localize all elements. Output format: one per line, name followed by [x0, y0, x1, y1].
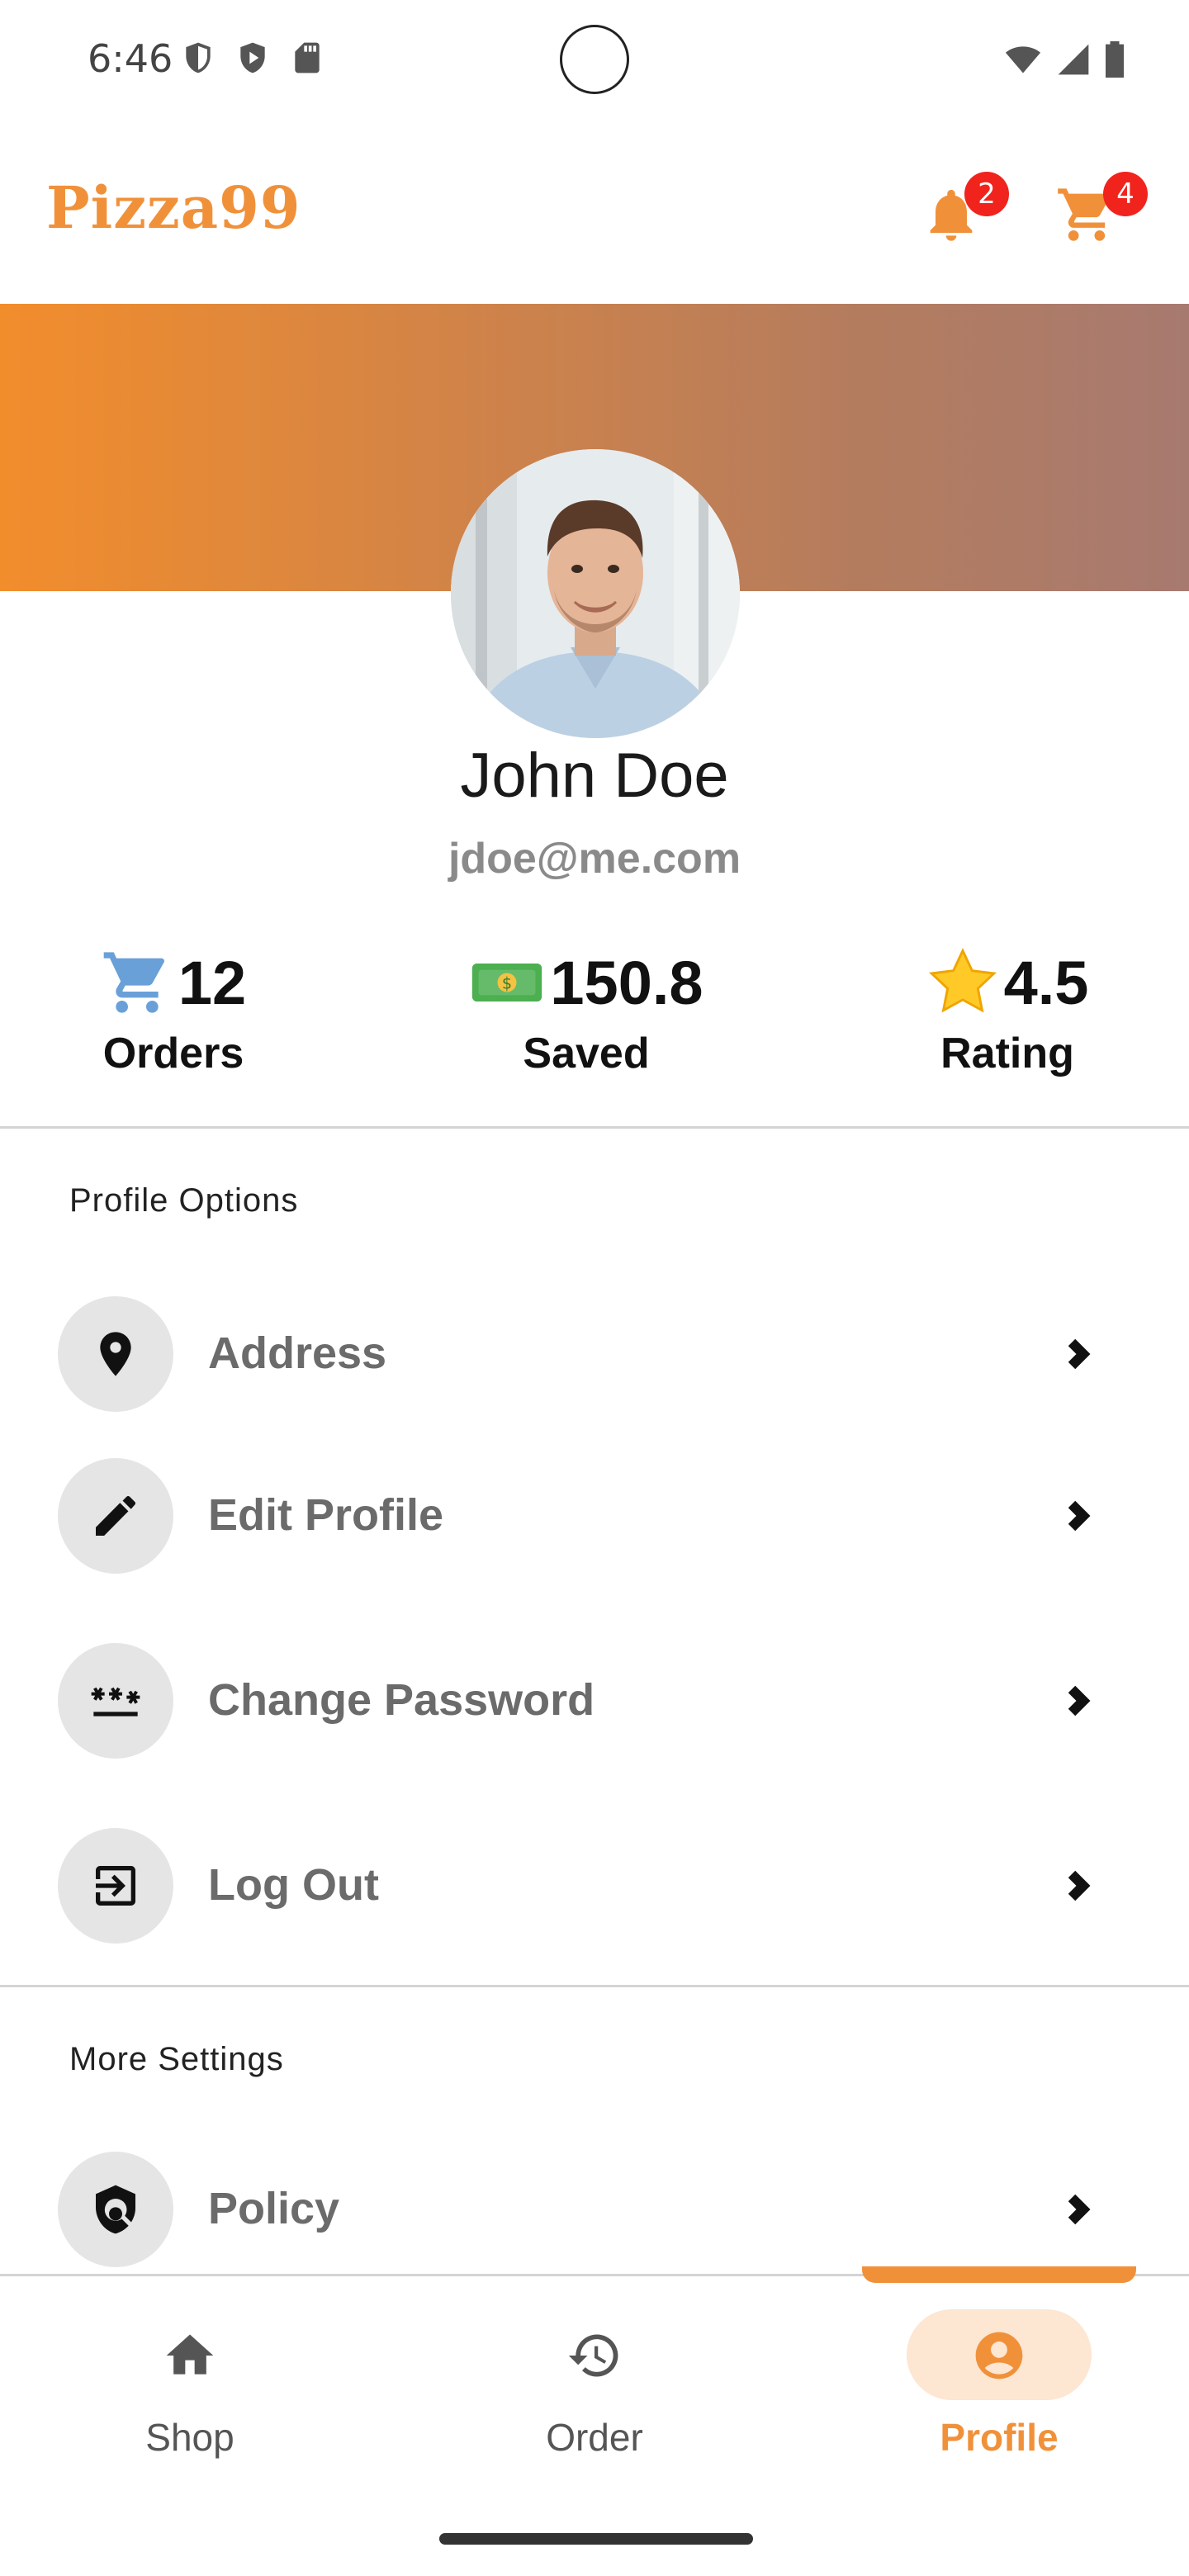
stat-rating-value: 4.5	[1003, 948, 1089, 1017]
profile-stats: 12 Orders $ 150.8 Saved 4.5 Rating	[0, 941, 1189, 1106]
option-address[interactable]: Address	[0, 1296, 1189, 1412]
option-label: Address	[208, 1328, 387, 1378]
chevron-right-icon	[1057, 2190, 1097, 2229]
cart-badge: 4	[1103, 172, 1148, 216]
nav-tab-profile[interactable]: Profile	[892, 2309, 1106, 2474]
notifications-button[interactable]: 2	[915, 172, 1009, 251]
chevron-right-icon	[1057, 1681, 1097, 1721]
star-emoji-icon	[926, 946, 999, 1019]
sd-card-icon	[295, 42, 320, 73]
stat-saved-value: 150.8	[550, 948, 703, 1017]
app-header: Pizza99 2 4	[0, 124, 1189, 304]
history-icon	[568, 2334, 618, 2377]
stat-orders: 12 Orders	[83, 941, 264, 1078]
stat-orders-label: Orders	[102, 1030, 244, 1077]
stat-rating-label: Rating	[940, 1030, 1074, 1077]
stat-saved: $ 150.8 Saved	[462, 941, 710, 1078]
option-label: Policy	[208, 2184, 340, 2233]
profile-name: John Doe	[460, 741, 729, 811]
option-policy[interactable]: Policy	[0, 2152, 1189, 2267]
avatar[interactable]	[451, 449, 740, 738]
nav-tab-label: Shop	[145, 2416, 234, 2459]
option-icon-circle	[58, 1296, 173, 1412]
nav-tab-label: Order	[546, 2416, 643, 2459]
wifi-icon	[1005, 46, 1041, 73]
battery-icon	[1106, 41, 1124, 78]
pencil-icon	[96, 1496, 135, 1536]
money-emoji-icon: $	[469, 954, 545, 1011]
logout-icon	[96, 1866, 135, 1906]
option-icon-circle	[58, 1828, 173, 1944]
chevron-right-icon	[1057, 1496, 1097, 1536]
stat-saved-label: Saved	[523, 1030, 650, 1077]
status-notification-icons	[180, 40, 325, 76]
nav-tab-label: Profile	[940, 2416, 1059, 2459]
app-logo-text: Pizza99	[46, 173, 301, 242]
shopping-cart-emoji-icon	[101, 946, 173, 1019]
status-bar: 6:46	[0, 0, 1189, 124]
chevron-right-icon	[1057, 1866, 1097, 1906]
section-divider	[0, 1126, 1189, 1129]
password-icon	[91, 1687, 140, 1717]
nav-tab-shop[interactable]: Shop	[83, 2309, 297, 2474]
camera-cutout	[560, 25, 629, 94]
location-pin-icon	[100, 1332, 131, 1376]
active-tab-indicator	[862, 2266, 1136, 2283]
play-protect-icon	[240, 42, 265, 73]
section-title-more-settings: More Settings	[69, 2041, 284, 2077]
option-log-out[interactable]: Log Out	[0, 1828, 1189, 1944]
bottom-navigation: Shop Order Profile	[0, 2266, 1189, 2576]
option-icon-circle	[58, 1643, 173, 1759]
profile-photo	[451, 449, 740, 738]
cart-button[interactable]: 4	[1050, 172, 1148, 251]
option-label: Change Password	[208, 1675, 595, 1725]
profile-email: jdoe@me.com	[448, 835, 741, 883]
shield-status-icon	[186, 42, 211, 73]
option-label: Log Out	[208, 1860, 379, 1910]
nav-tab-order[interactable]: Order	[487, 2309, 702, 2474]
svg-text:$: $	[502, 974, 512, 993]
home-icon	[166, 2334, 214, 2375]
option-label: Edit Profile	[208, 1490, 444, 1540]
home-gesture-bar[interactable]	[439, 2533, 753, 2545]
active-tab-pill	[907, 2309, 1092, 2400]
status-time: 6:46	[88, 36, 173, 81]
chevron-right-icon	[1057, 1334, 1097, 1374]
notifications-badge: 2	[964, 172, 1009, 216]
status-system-icons	[1002, 41, 1126, 78]
option-icon-circle	[58, 1458, 173, 1574]
policy-shield-icon	[96, 2185, 135, 2234]
option-icon-circle	[58, 2152, 173, 2267]
section-title-profile-options: Profile Options	[69, 1182, 299, 1219]
stat-rating: 4.5 Rating	[917, 941, 1098, 1078]
option-change-password[interactable]: Change Password	[0, 1643, 1189, 1759]
cell-signal-icon	[1058, 44, 1089, 75]
account-circle-icon	[975, 2332, 1023, 2379]
stat-orders-value: 12	[178, 948, 247, 1017]
section-divider	[0, 1985, 1189, 1987]
option-edit-profile[interactable]: Edit Profile	[0, 1458, 1189, 1574]
